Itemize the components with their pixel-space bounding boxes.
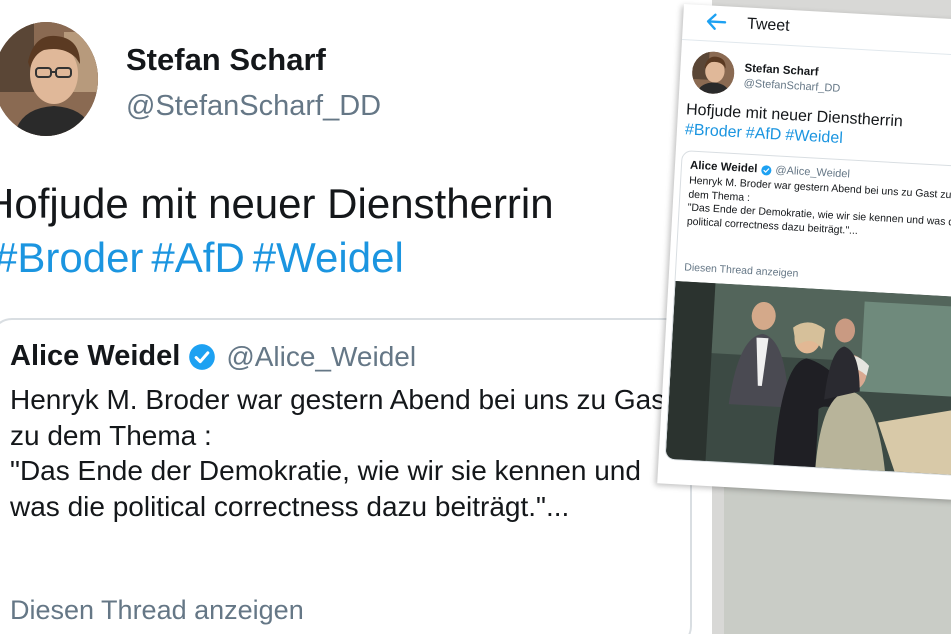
author-handle[interactable]: @StefanScharf_DD — [743, 77, 840, 94]
show-thread-link[interactable]: Diesen Thread anzeigen — [684, 261, 799, 279]
hashtag-link[interactable]: #Weidel — [253, 234, 404, 281]
attached-photo[interactable] — [665, 280, 951, 477]
tweet-screenshot-overlay: Tweet Stefan Scharf @StefanScharf_DD Hof… — [657, 4, 951, 500]
author-name[interactable]: Stefan Scharf — [126, 42, 326, 78]
quoted-author-handle: @Alice_Weidel — [226, 340, 417, 372]
hashtag-link[interactable]: #AfD — [151, 234, 244, 281]
quoted-tweet-header: Alice Weidel @Alice_Weidel — [10, 340, 416, 373]
header-title: Tweet — [746, 15, 791, 35]
quoted-tweet-card[interactable]: Alice Weidel @Alice_Weidel Henryk M. Bro… — [664, 150, 951, 477]
zoomed-tweet: Stefan Scharf @StefanScharf_DD Hofjude m… — [0, 0, 712, 634]
quoted-author-name: Alice Weidel — [689, 159, 758, 176]
hashtag-row: #Broder #AfD #Weidel — [0, 232, 412, 284]
author-handle[interactable]: @StefanScharf_DD — [126, 90, 381, 123]
quoted-tweet-text: Henryk M. Broder war gestern Abend bei u… — [10, 384, 673, 522]
author-name[interactable]: Stefan Scharf — [744, 62, 819, 78]
quoted-author-handle: @Alice_Weidel — [775, 164, 851, 181]
show-thread-link[interactable]: Diesen Thread anzeigen — [10, 595, 304, 626]
hashtag-link[interactable]: #Broder — [0, 234, 143, 281]
verified-badge-icon — [760, 164, 771, 175]
quoted-tweet-card[interactable]: Alice Weidel @Alice_Weidel Henryk M. Bro… — [0, 318, 692, 634]
arrow-left-icon[interactable] — [705, 11, 728, 32]
hashtag-link[interactable]: #Weidel — [785, 127, 843, 147]
author-avatar[interactable] — [0, 22, 98, 136]
quoted-author-name: Alice Weidel — [10, 340, 181, 372]
quoted-tweet-text: Henryk M. Broder war gestern Abend bei u… — [686, 174, 951, 237]
author-avatar[interactable] — [691, 50, 736, 95]
tweet-text: Hofjude mit neuer Dienstherrin — [0, 180, 554, 227]
hashtag-link[interactable]: #AfD — [745, 125, 781, 144]
verified-badge-icon — [189, 343, 216, 370]
hashtag-link[interactable]: #Broder — [685, 121, 743, 141]
